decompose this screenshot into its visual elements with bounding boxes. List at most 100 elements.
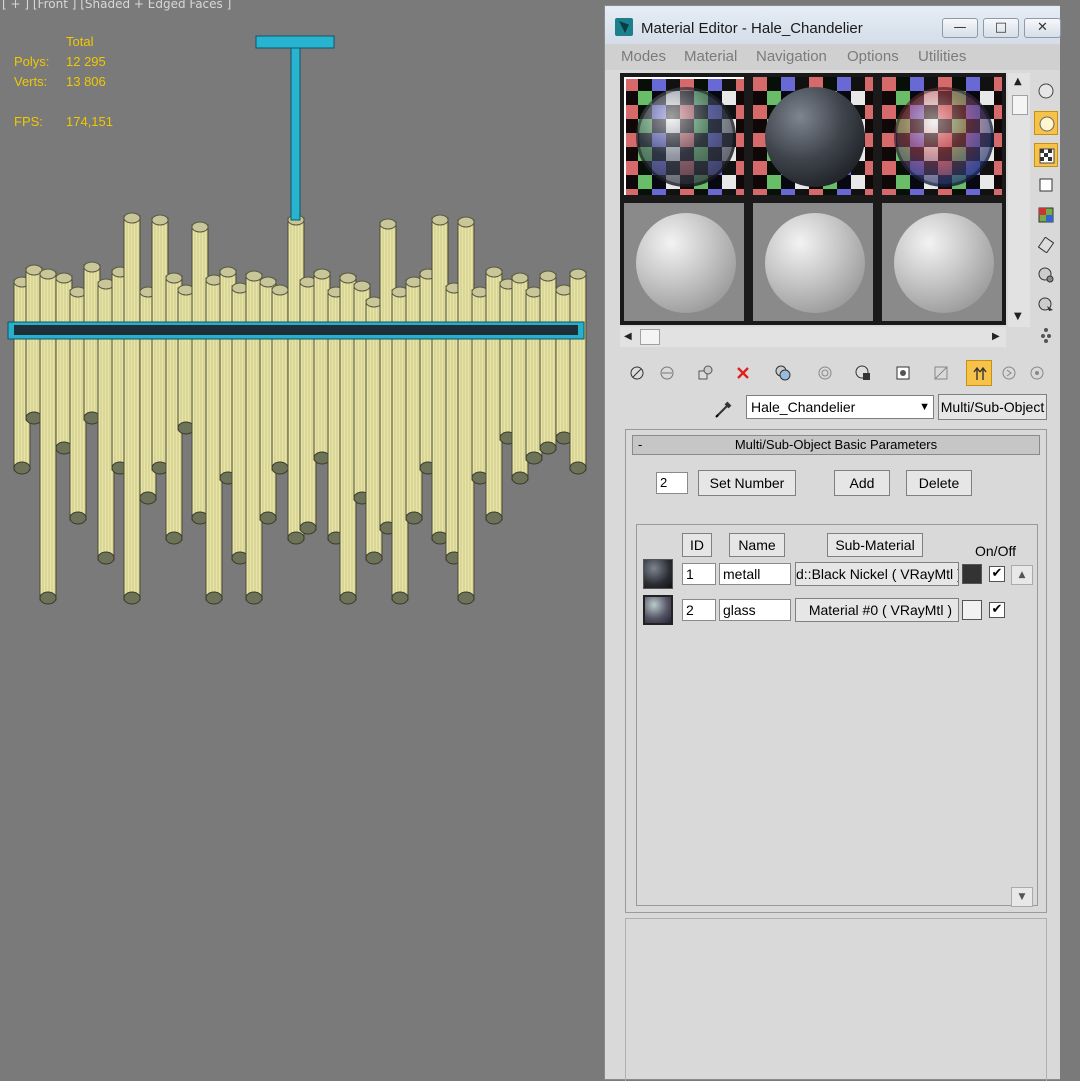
scroll-thumb[interactable] — [640, 329, 660, 345]
tube-end-cap — [139, 491, 157, 505]
sample-slot-5[interactable] — [751, 201, 875, 323]
make-preview-button[interactable] — [1034, 233, 1058, 257]
backlight-button[interactable] — [1034, 111, 1058, 135]
side-toolbar — [1032, 73, 1060, 353]
default-sphere-icon — [765, 213, 865, 313]
sample-horizontal-scrollbar[interactable]: ◀ ▶ — [620, 327, 1006, 347]
options-button[interactable] — [1034, 263, 1058, 287]
material-toolbar — [620, 358, 1050, 388]
tube-end-cap — [165, 531, 183, 545]
menu-material[interactable]: Material — [684, 48, 737, 65]
sub-material-button[interactable]: Material #0 ( VRayMtl ) — [795, 598, 959, 622]
scroll-up-arrow-icon[interactable]: ▲ — [1014, 76, 1022, 87]
tube-end-cap — [299, 521, 317, 535]
tube-end-cap — [123, 591, 141, 605]
black-nickel-thumbnail[interactable] — [643, 559, 673, 589]
menu-modes[interactable]: Modes — [621, 48, 666, 65]
sample-slot-3[interactable] — [880, 75, 1004, 197]
row-on-checkbox[interactable]: ✔ — [989, 566, 1005, 582]
column-name[interactable]: Name — [729, 533, 785, 557]
get-material-button[interactable] — [624, 360, 650, 386]
sample-slot-1[interactable] — [622, 75, 746, 197]
number-of-materials-field[interactable]: 2 — [656, 472, 688, 494]
chandelier-model[interactable] — [0, 0, 604, 640]
make-unique-button[interactable] — [770, 360, 796, 386]
title-bar[interactable]: Material Editor - Hale_Chandelier — □ ✕ — [605, 6, 1061, 44]
column-on-off: On/Off — [975, 543, 1016, 559]
viewport-front[interactable]: [ + ] [Front ] [Shaded + Edged Faces ] T… — [0, 0, 604, 1080]
eyedropper-icon[interactable] — [713, 398, 735, 420]
go-forward-sibling-button[interactable] — [996, 360, 1022, 386]
tube-top-cap — [219, 266, 237, 278]
sample-vertical-scrollbar[interactable]: ▲ ▼ — [1008, 73, 1030, 327]
material-id-channel-button[interactable] — [850, 360, 876, 386]
row-name-field[interactable]: metall — [719, 563, 791, 585]
row-color-swatch[interactable] — [962, 564, 982, 584]
show-end-result-button[interactable] — [928, 360, 954, 386]
crystal-tube — [539, 273, 557, 451]
sub-material-button[interactable]: d::Black Nickel ( VRayMtl ) — [795, 562, 959, 586]
sample-slots — [620, 73, 1006, 325]
scroll-left-arrow-icon[interactable]: ◀ — [624, 331, 632, 342]
background-button[interactable] — [1034, 143, 1058, 167]
maximize-button[interactable]: □ — [983, 18, 1019, 38]
list-scroll-down-icon[interactable]: ▼ — [1011, 887, 1033, 907]
rollout-header[interactable]: - Multi/Sub-Object Basic Parameters — [632, 435, 1040, 455]
menu-options[interactable]: Options — [847, 48, 899, 65]
navigate-button[interactable] — [1024, 360, 1050, 386]
minimize-icon: — — [953, 20, 967, 35]
rollout-title: Multi/Sub-Object Basic Parameters — [734, 437, 938, 452]
column-id[interactable]: ID — [682, 533, 712, 557]
tube-top-cap — [339, 272, 357, 284]
row-name-field[interactable]: glass — [719, 599, 791, 621]
menu-navigation[interactable]: Navigation — [756, 48, 827, 65]
delete-x-icon — [737, 367, 749, 379]
row-color-swatch[interactable] — [962, 600, 982, 620]
scroll-right-arrow-icon[interactable]: ▶ — [992, 331, 1000, 342]
app-logo-icon — [615, 18, 633, 36]
sample-slot-4[interactable] — [622, 201, 746, 323]
glass-thumbnail[interactable] — [643, 595, 673, 625]
put-to-scene-icon — [660, 366, 674, 380]
tube-end-cap — [457, 591, 475, 605]
tube-top-cap — [39, 268, 57, 280]
tube-end-cap — [205, 591, 223, 605]
video-color-check-button[interactable] — [1034, 203, 1058, 227]
reset-material-button[interactable] — [730, 360, 756, 386]
column-sub-material[interactable]: Sub-Material — [827, 533, 923, 557]
delete-button[interactable]: Delete — [906, 470, 972, 496]
set-number-button[interactable]: Set Number — [698, 470, 796, 496]
put-to-library-button[interactable] — [812, 360, 838, 386]
material-navigator-button[interactable] — [1034, 323, 1058, 347]
row-id-field[interactable]: 2 — [682, 599, 716, 621]
tube-top-cap — [457, 216, 475, 228]
get-material-icon — [630, 366, 644, 380]
row-on-checkbox[interactable]: ✔ — [989, 602, 1005, 618]
select-by-material-button[interactable] — [1034, 293, 1058, 317]
put-to-scene-button[interactable] — [654, 360, 680, 386]
crystal-tube — [123, 215, 141, 601]
chevron-down-icon[interactable]: ▼ — [919, 396, 930, 418]
list-scroll-up-icon[interactable]: ▲ — [1011, 565, 1033, 585]
minimize-button[interactable]: — — [942, 18, 978, 38]
uv-tiling-button[interactable] — [1034, 173, 1058, 197]
show-shaded-material-button[interactable] — [890, 360, 916, 386]
assign-material-button[interactable] — [692, 360, 718, 386]
menu-utilities[interactable]: Utilities — [918, 48, 966, 65]
sample-slot-2[interactable] — [751, 75, 875, 197]
add-button[interactable]: Add — [834, 470, 890, 496]
row-id-field[interactable]: 1 — [682, 563, 716, 585]
scroll-thumb[interactable] — [1012, 95, 1028, 115]
material-type-button[interactable]: Multi/Sub-Object — [938, 394, 1047, 420]
go-to-parent-button[interactable] — [966, 360, 992, 386]
scroll-down-arrow-icon[interactable]: ▼ — [1014, 311, 1022, 322]
tube-top-cap — [353, 280, 371, 292]
assign-material-icon — [698, 365, 713, 380]
sample-type-button[interactable] — [1034, 79, 1058, 103]
basic-parameters-panel: - Multi/Sub-Object Basic Parameters 2 Se… — [625, 429, 1047, 913]
material-name-dropdown[interactable]: Hale_Chandelier ▼ — [746, 395, 934, 419]
crystal-tube — [271, 287, 289, 471]
close-button[interactable]: ✕ — [1024, 18, 1061, 38]
options-sphere-icon — [1038, 267, 1054, 283]
sample-slot-6[interactable] — [880, 201, 1004, 323]
